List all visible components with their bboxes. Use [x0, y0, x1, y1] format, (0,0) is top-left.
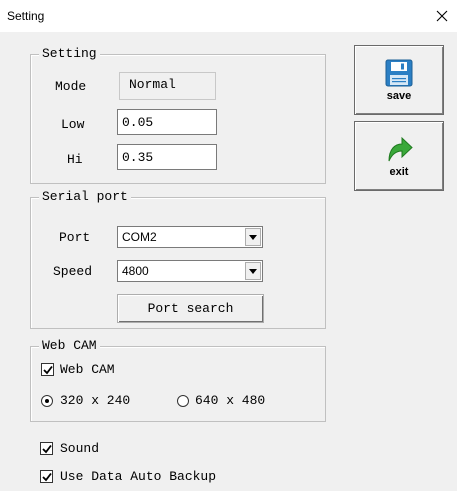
close-icon — [436, 10, 448, 22]
green-arrow-icon — [388, 136, 413, 161]
window-title: Setting — [7, 9, 45, 23]
exit-button[interactable]: exit — [354, 121, 444, 191]
resolution-640-label: 640 x 480 — [195, 393, 266, 408]
hi-input[interactable] — [117, 144, 217, 170]
save-button-label: save — [386, 89, 412, 102]
resolution-320-radio[interactable] — [41, 395, 53, 407]
resolution-320-label: 320 x 240 — [60, 393, 131, 408]
serial-port-group-legend: Serial port — [39, 189, 131, 205]
exit-button-label: exit — [389, 165, 409, 178]
serial-port-group: Serial port Port COM2 Speed 4800 Port se… — [30, 189, 326, 329]
speed-label: Speed — [53, 264, 93, 279]
auto-backup-checkbox[interactable] — [40, 470, 53, 483]
dialog-body: Setting Mode Normal Low Hi Serial port P… — [0, 32, 457, 491]
save-button[interactable]: save — [354, 45, 444, 115]
mode-label: Mode — [55, 79, 87, 94]
webcam-checkbox-label: Web CAM — [60, 362, 115, 377]
sound-checkbox[interactable] — [40, 442, 53, 455]
sound-label: Sound — [60, 441, 100, 456]
floppy-disk-icon — [385, 59, 413, 86]
port-select-value: COM2 — [122, 230, 157, 244]
speed-select[interactable]: 4800 — [117, 260, 263, 282]
webcam-group-legend: Web CAM — [39, 338, 100, 354]
auto-backup-label: Use Data Auto Backup — [60, 469, 217, 484]
port-search-button[interactable]: Port search — [117, 294, 264, 323]
checkmark-icon — [42, 472, 52, 482]
webcam-group: Web CAM Web CAM 320 x 240 640 x 480 — [30, 338, 326, 422]
title-bar: Setting — [0, 0, 457, 32]
low-label: Low — [61, 117, 85, 132]
radio-selected-dot — [45, 399, 49, 403]
chevron-down-icon[interactable] — [245, 262, 261, 280]
speed-select-value: 4800 — [122, 264, 149, 278]
port-label: Port — [59, 230, 91, 245]
checkmark-icon — [43, 365, 53, 375]
webcam-checkbox[interactable] — [41, 363, 54, 376]
chevron-down-icon[interactable] — [245, 228, 261, 246]
mode-value: Normal — [119, 72, 216, 100]
setting-group: Setting Mode Normal Low Hi — [30, 46, 326, 184]
close-button[interactable] — [427, 0, 457, 32]
resolution-640-radio[interactable] — [177, 395, 189, 407]
port-select[interactable]: COM2 — [117, 226, 263, 248]
checkmark-icon — [42, 444, 52, 454]
low-input[interactable] — [117, 109, 217, 135]
hi-label: Hi — [67, 152, 83, 167]
setting-group-legend: Setting — [39, 46, 100, 62]
